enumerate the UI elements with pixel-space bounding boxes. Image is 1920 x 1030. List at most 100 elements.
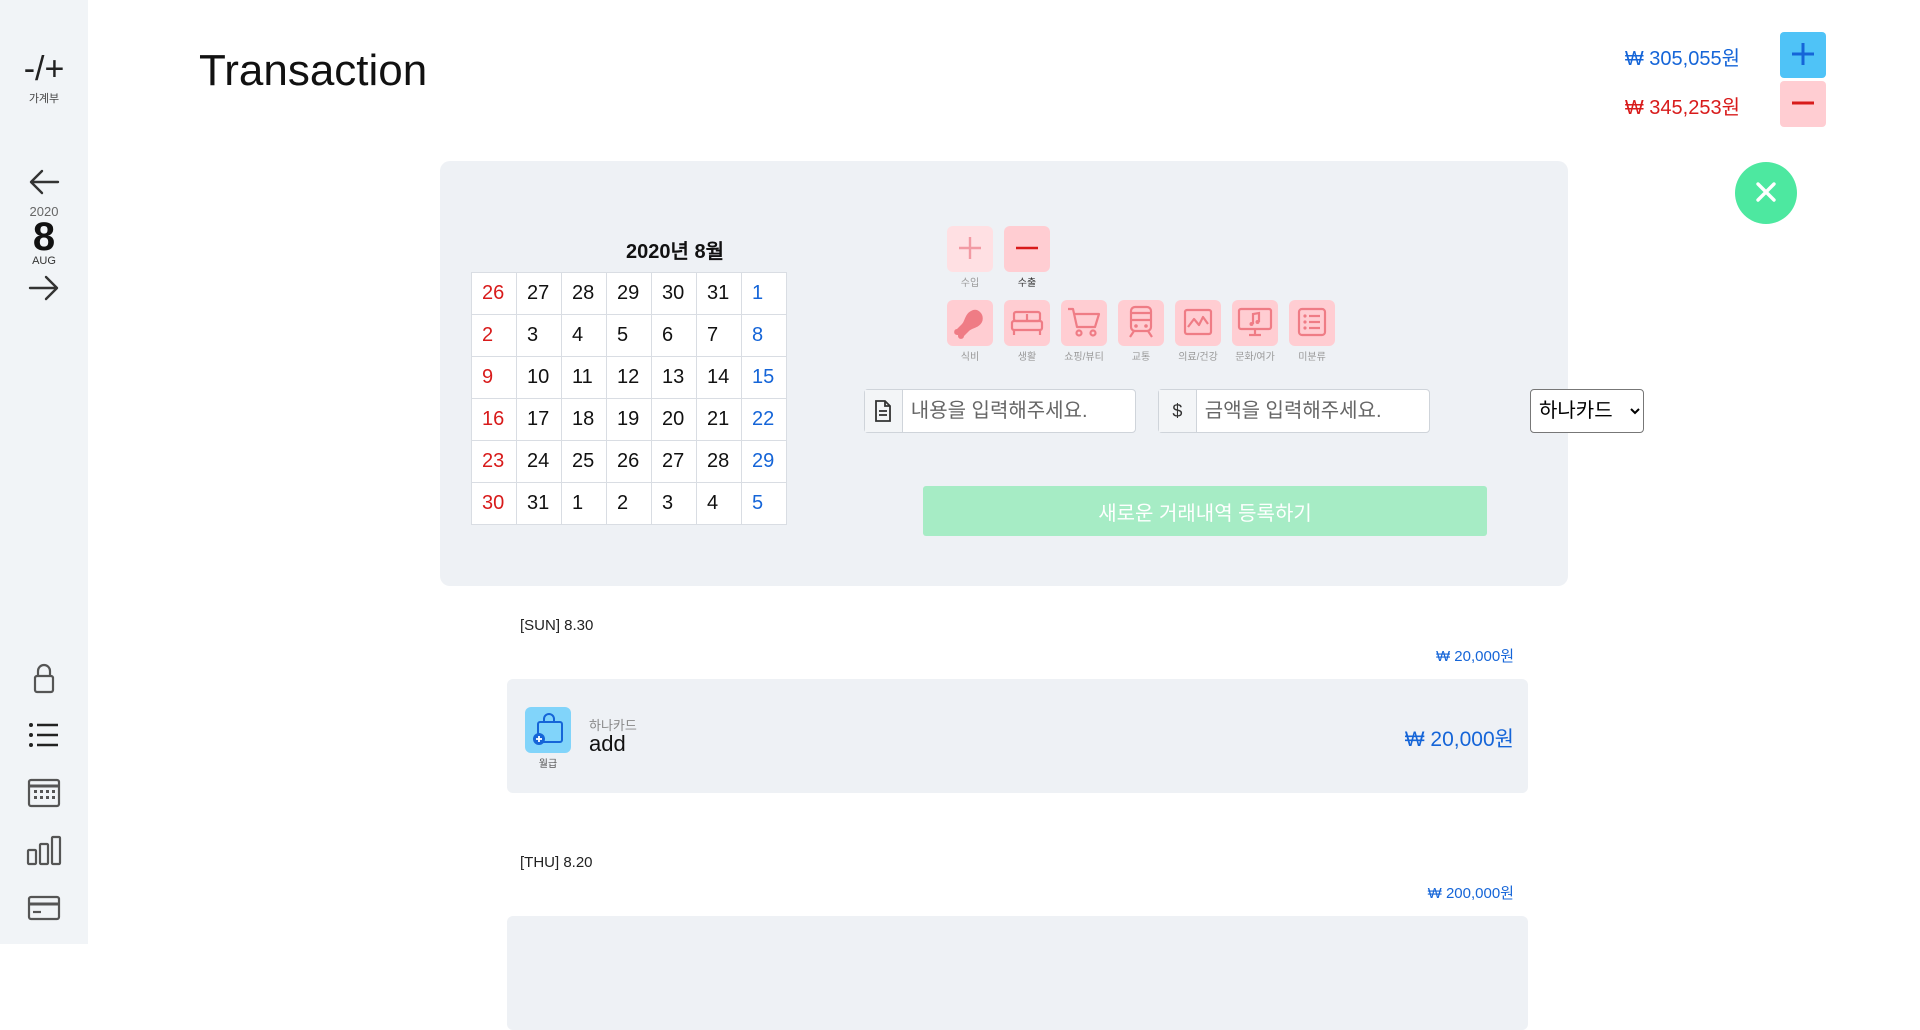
calendar-day-cell[interactable]: 29 [607, 273, 652, 315]
calendar-day-cell[interactable]: 8 [742, 315, 787, 357]
logo-mark: -/+ [0, 52, 88, 86]
calendar-day-cell[interactable]: 5 [742, 483, 787, 525]
train-icon [1126, 305, 1156, 342]
calendar-day-cell[interactable]: 9 [472, 357, 517, 399]
calendar-day-cell[interactable]: 18 [562, 399, 607, 441]
calendar-day-cell[interactable]: 5 [607, 315, 652, 357]
calendar-day-cell[interactable]: 28 [562, 273, 607, 315]
calendar-day-cell[interactable]: 1 [742, 273, 787, 315]
category-label: 문화/여가 [1225, 348, 1285, 363]
list-icon[interactable] [26, 717, 62, 753]
calendar-day-cell[interactable]: 23 [472, 441, 517, 483]
calendar-day-cell[interactable]: 17 [517, 399, 562, 441]
calendar-week-row: 2627282930311 [472, 273, 787, 315]
category-uncategorized-button[interactable] [1289, 300, 1335, 346]
drumstick-icon [953, 305, 987, 342]
calendar-day-cell[interactable]: 19 [607, 399, 652, 441]
app-logo[interactable]: -/+ 가계부 [0, 52, 88, 106]
calendar-day-cell[interactable]: 10 [517, 357, 562, 399]
calendar-day-cell[interactable]: 16 [472, 399, 517, 441]
calendar-day-cell[interactable]: 3 [517, 315, 562, 357]
close-form-button[interactable] [1735, 162, 1797, 224]
income-filter-button[interactable] [1780, 32, 1826, 78]
sidebar: -/+ 가계부 2020 8 AUG [0, 0, 88, 944]
calendar-day-cell[interactable]: 27 [652, 441, 697, 483]
calendar-day-cell[interactable]: 7 [697, 315, 742, 357]
wallet-icon [525, 707, 571, 753]
page-title: Transaction [199, 46, 427, 96]
category-food-button[interactable] [947, 300, 993, 346]
calendar-week-row: 2345678 [472, 315, 787, 357]
calendar-icon[interactable] [26, 775, 62, 811]
calendar-day-cell[interactable]: 30 [652, 273, 697, 315]
calendar-day-cell[interactable]: 21 [697, 399, 742, 441]
payment-method-select[interactable]: 하나카드 [1530, 389, 1644, 433]
calendar-day-cell[interactable]: 2 [607, 483, 652, 525]
calendar-day-cell[interactable]: 25 [562, 441, 607, 483]
chart-icon[interactable] [26, 832, 62, 868]
calendar-day-cell[interactable]: 29 [742, 441, 787, 483]
calendar-day-cell[interactable]: 4 [697, 483, 742, 525]
category-culture-button[interactable] [1232, 300, 1278, 346]
calendar-day-cell[interactable]: 26 [472, 273, 517, 315]
calendar-day-cell[interactable]: 31 [697, 273, 742, 315]
calendar-day-cell[interactable]: 11 [562, 357, 607, 399]
monitor-music-icon [1237, 306, 1273, 341]
expense-type-button[interactable] [1004, 226, 1050, 272]
lock-icon[interactable] [26, 660, 62, 696]
date-picker-calendar: 2627282930311234567891011121314151617181… [471, 272, 787, 525]
calendar-day-cell[interactable]: 14 [697, 357, 742, 399]
current-day: 8 [0, 219, 88, 255]
expense-type-label: 수출 [1004, 274, 1050, 289]
calendar-day-cell[interactable]: 12 [607, 357, 652, 399]
calendar-day-cell[interactable]: 28 [697, 441, 742, 483]
previous-month-arrow-icon[interactable] [28, 168, 60, 196]
category-label: 의료/건강 [1168, 348, 1228, 363]
calendar-day-cell[interactable]: 4 [562, 315, 607, 357]
current-date: 2020 8 AUG [0, 204, 88, 267]
expense-filter-button[interactable] [1780, 81, 1826, 127]
cart-icon [1066, 305, 1102, 342]
register-transaction-button[interactable]: 새로운 거래내역 등록하기 [923, 486, 1487, 536]
calendar-day-cell[interactable]: 20 [652, 399, 697, 441]
transaction-row[interactable]: 월급 하나카드 add ₩ 20,000원 [507, 679, 1528, 793]
calendar-day-cell[interactable]: 13 [652, 357, 697, 399]
income-type-label: 수입 [947, 274, 993, 289]
amount-input[interactable] [1197, 391, 1429, 431]
category-label: 교통 [1111, 348, 1171, 363]
content-field [864, 389, 1136, 433]
card-icon[interactable] [26, 890, 62, 926]
calendar-day-cell[interactable]: 24 [517, 441, 562, 483]
main-content: Transaction ₩ 305,055원 ₩ 345,253원 2020년 … [88, 0, 1920, 944]
bed-icon [1009, 307, 1045, 340]
plus-icon [1789, 40, 1817, 71]
calendar-day-cell[interactable]: 1 [562, 483, 607, 525]
calendar-day-cell[interactable]: 22 [742, 399, 787, 441]
currency-addon: $ [1159, 390, 1197, 432]
transaction-row[interactable] [507, 916, 1528, 1030]
category-shopping-button[interactable] [1061, 300, 1107, 346]
content-input[interactable] [903, 391, 1135, 431]
calendar-day-cell[interactable]: 31 [517, 483, 562, 525]
document-icon [865, 390, 903, 432]
calendar-day-cell[interactable]: 6 [652, 315, 697, 357]
income-type-button[interactable] [947, 226, 993, 272]
calendar-day-cell[interactable]: 15 [742, 357, 787, 399]
calendar-day-cell[interactable]: 26 [607, 441, 652, 483]
plus-icon [956, 234, 984, 265]
list-icon [1296, 306, 1328, 341]
calendar-week-row: 23242526272829 [472, 441, 787, 483]
income-total: ₩ 305,055원 [1625, 42, 1740, 71]
category-living-button[interactable] [1004, 300, 1050, 346]
category-label: 식비 [940, 348, 1000, 363]
calendar-day-cell[interactable]: 2 [472, 315, 517, 357]
category-medical-button[interactable] [1175, 300, 1221, 346]
current-month: AUG [0, 255, 88, 267]
calendar-day-cell[interactable]: 30 [472, 483, 517, 525]
calendar-day-cell[interactable]: 27 [517, 273, 562, 315]
day-header-date: [SUN] 8.30 [520, 617, 593, 634]
category-transport-button[interactable] [1118, 300, 1164, 346]
calendar-day-cell[interactable]: 3 [652, 483, 697, 525]
close-icon [1753, 179, 1779, 208]
next-month-arrow-icon[interactable] [28, 274, 60, 302]
